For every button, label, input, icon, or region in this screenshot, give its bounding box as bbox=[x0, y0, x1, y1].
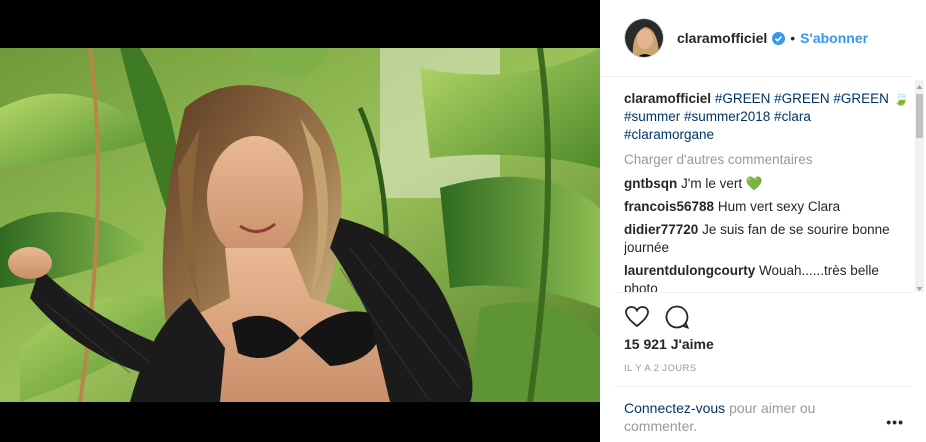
post-actions bbox=[624, 304, 690, 330]
likes-count[interactable]: 15 921 J'aime bbox=[624, 336, 714, 352]
caption-tags-line3[interactable]: #claramorgane bbox=[624, 127, 714, 142]
instagram-post: claramofficiel • S'abonner claramofficie… bbox=[0, 0, 926, 442]
comment-item: francois56788 Hum vert sexy Clara bbox=[624, 198, 912, 216]
caption-tags-line1[interactable]: #GREEN #GREEN #GREEN bbox=[715, 91, 889, 106]
header-username[interactable]: claramofficiel bbox=[677, 30, 767, 46]
scroll-down-arrow-icon[interactable] bbox=[915, 282, 924, 292]
scrollbar-thumb[interactable] bbox=[916, 94, 923, 138]
caption-username[interactable]: claramofficiel bbox=[624, 91, 711, 106]
heart-icon[interactable] bbox=[624, 304, 650, 330]
scroll-up-arrow-icon[interactable] bbox=[915, 80, 924, 90]
post-timestamp[interactable]: IL Y A 2 JOURS bbox=[624, 363, 697, 374]
post-caption: claramofficiel #GREEN #GREEN #GREEN 🍃 #s… bbox=[624, 90, 912, 144]
post-side-panel: claramofficiel • S'abonner claramofficie… bbox=[600, 0, 926, 442]
login-link[interactable]: Connectez-vous bbox=[624, 400, 725, 416]
login-prompt: Connectez-vous pour aimer ou commenter. bbox=[624, 399, 864, 435]
avatar[interactable] bbox=[624, 18, 664, 58]
section-divider bbox=[614, 292, 912, 293]
post-media-area bbox=[0, 0, 600, 442]
comment-item: didier77720 Je suis fan de se sourire bo… bbox=[624, 221, 912, 257]
comment-username[interactable]: francois56788 bbox=[624, 199, 714, 214]
verified-badge-icon bbox=[772, 31, 786, 45]
more-options-button[interactable]: ••• bbox=[886, 414, 904, 430]
comments-list: claramofficiel #GREEN #GREEN #GREEN 🍃 #s… bbox=[624, 90, 912, 292]
follow-button[interactable]: S'abonner bbox=[800, 30, 868, 46]
comment-text: Hum vert sexy Clara bbox=[717, 199, 841, 214]
comment-username[interactable]: gntbsqn bbox=[624, 176, 677, 191]
comment-username[interactable]: didier77720 bbox=[624, 222, 698, 237]
comments-scrollbar[interactable] bbox=[915, 80, 924, 292]
caption-tags-line2[interactable]: #summer #summer2018 #clara bbox=[624, 109, 811, 124]
post-header: claramofficiel • S'abonner bbox=[600, 0, 912, 77]
comment-bubble-icon[interactable] bbox=[664, 304, 690, 330]
leaf-emoji: 🍃 bbox=[892, 91, 910, 106]
section-divider bbox=[614, 386, 912, 387]
comment-item: gntbsqn J'm le vert 💚 bbox=[624, 175, 912, 193]
header-separator: • bbox=[790, 30, 796, 46]
comment-username[interactable]: laurentdulongcourty bbox=[624, 263, 755, 278]
comment-text: J'm le vert 💚 bbox=[681, 176, 763, 191]
post-photo[interactable] bbox=[0, 48, 600, 402]
load-more-comments[interactable]: Charger d'autres commentaires bbox=[624, 151, 912, 169]
comment-item: laurentdulongcourty Wouah......très bell… bbox=[624, 262, 912, 292]
